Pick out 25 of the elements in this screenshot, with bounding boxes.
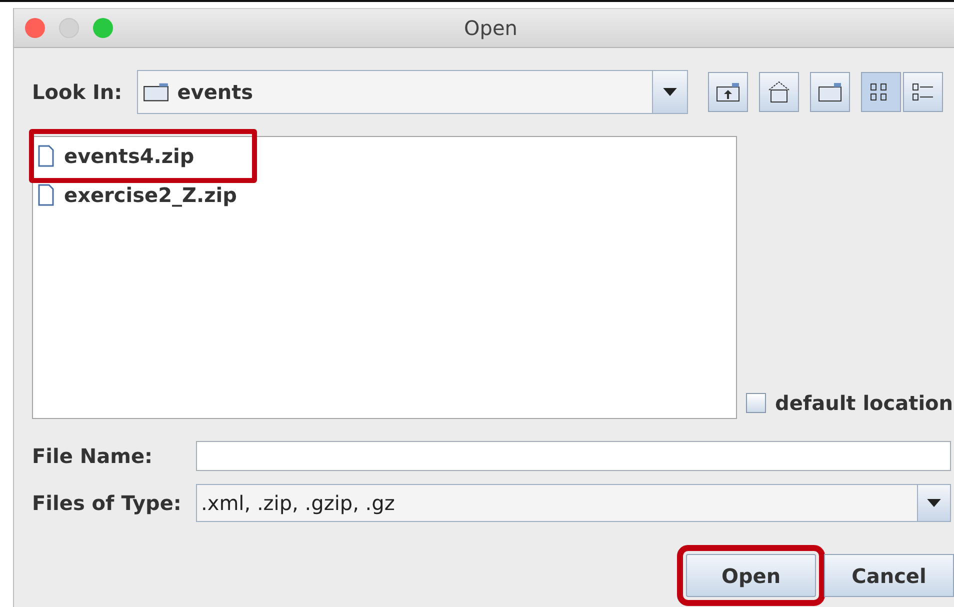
file-icon xyxy=(38,184,54,206)
toolbar-button[interactable] xyxy=(708,72,748,112)
file-name-label: File Name: xyxy=(32,444,154,468)
default-location-checkbox[interactable]: default location xyxy=(746,391,954,415)
checkbox-icon[interactable] xyxy=(746,393,766,413)
look-in-dropdown[interactable]: events xyxy=(137,70,688,114)
files-of-type-label: Files of Type: xyxy=(32,491,182,515)
caret-icon xyxy=(927,499,941,507)
file-item[interactable]: events4.zip xyxy=(29,129,257,183)
dialog-button[interactable]: Cancel xyxy=(824,554,954,597)
look-in-label: Look In: xyxy=(32,80,124,104)
toolbar-button[interactable] xyxy=(810,72,850,112)
window-title: Open xyxy=(464,16,518,40)
toolbar-button[interactable] xyxy=(861,72,901,112)
folder-up-icon xyxy=(716,82,740,102)
file-name-field[interactable] xyxy=(196,441,951,471)
home-icon xyxy=(767,81,791,103)
details-view-icon xyxy=(912,82,934,102)
folder-icon xyxy=(143,82,170,102)
caret-icon xyxy=(663,88,677,96)
toolbar-button[interactable] xyxy=(759,72,799,112)
file-type-dropdown[interactable]: .xml, .zip, .gzip, .gz xyxy=(196,484,951,522)
file-icon xyxy=(38,145,54,167)
toolbar-button[interactable] xyxy=(903,72,943,112)
folder-icon xyxy=(818,82,842,102)
